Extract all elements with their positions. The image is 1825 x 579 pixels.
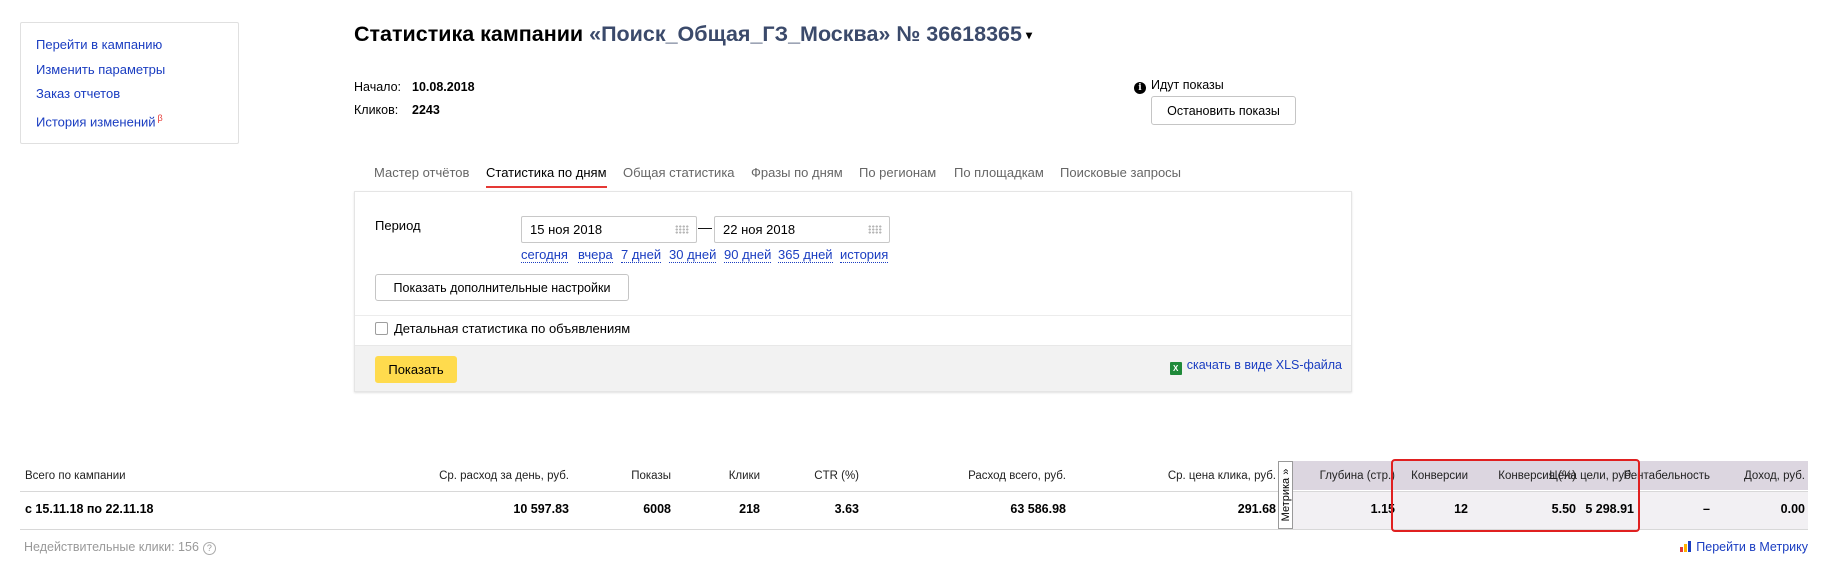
help-icon[interactable]: ? (202, 542, 216, 555)
clicks-label: Кликов: (354, 103, 399, 117)
start-value: 10.08.2018 (412, 80, 475, 94)
quick-range-yesterday[interactable]: вчера (578, 247, 613, 263)
download-xls-link[interactable]: Xскачать в виде XLS-файла (1169, 358, 1342, 375)
chevron-down-icon[interactable]: ▾ (1026, 28, 1032, 42)
sidebar-item-go-to-campaign[interactable]: Перейти в кампанию (36, 36, 223, 53)
page-title: Статистика кампании «Поиск_Общая_ГЗ_Моск… (354, 22, 1032, 47)
info-icon: i (1134, 82, 1146, 94)
metrika-bars-icon (1680, 541, 1692, 552)
tab-by-regions[interactable]: По регионам (859, 165, 936, 180)
col-header-avg-cpc: Ср. цена клика, руб. (1167, 470, 1276, 482)
col-header-revenue: Доход, руб. (1744, 470, 1805, 482)
cell-clicks: 218 (739, 502, 760, 516)
campaign-name: «Поиск_Общая_ГЗ_Москва» № 36618365 (589, 22, 1022, 46)
conversion-highlight-box (1391, 459, 1640, 532)
go-to-metrika-link[interactable]: Перейти в Метрику (1680, 540, 1808, 554)
status-text: Идут показы (1151, 78, 1224, 92)
tab-by-sites[interactable]: По площадкам (954, 165, 1044, 180)
tab-report-wizard[interactable]: Мастер отчётов (374, 165, 469, 180)
sidebar-item-edit-params[interactable]: Изменить параметры (36, 61, 223, 78)
clicks-row: Кликов: 2243 (354, 103, 440, 117)
date-from-input[interactable]: 15 ноя 2018 (521, 216, 697, 243)
calendar-icon[interactable] (675, 225, 689, 234)
col-header-clicks: Клики (728, 470, 760, 482)
excel-icon: X (1169, 362, 1182, 375)
col-header-total-spend: Расход всего, руб. (968, 470, 1066, 482)
tab-daily-stats[interactable]: Статистика по дням (486, 165, 607, 188)
show-button[interactable]: Показать (375, 356, 457, 383)
divider (355, 315, 1351, 316)
calendar-icon[interactable] (868, 225, 882, 234)
sidebar-item-order-reports[interactable]: Заказ отчетов (36, 85, 223, 102)
start-date-row: Начало: 10.08.2018 (354, 80, 475, 94)
cell-ctr: 3.63 (834, 502, 859, 516)
quick-range-90-days[interactable]: 90 дней (724, 247, 772, 263)
metrika-toggle-tab[interactable]: Метрика » (1278, 461, 1293, 529)
col-header-depth: Глубина (стр.) (1319, 470, 1395, 482)
quick-range-history[interactable]: история (840, 247, 889, 263)
quick-range-today[interactable]: сегодня (521, 247, 568, 263)
cell-revenue: 0.00 (1780, 502, 1805, 516)
quick-range-30-days[interactable]: 30 дней (669, 247, 717, 263)
date-range-dash: — (698, 219, 712, 235)
date-from-value: 15 ноя 2018 (530, 222, 603, 237)
title-prefix: Статистика кампании (354, 22, 590, 46)
start-label: Начало: (354, 80, 402, 94)
date-to-input[interactable]: 22 ноя 2018 (714, 216, 890, 243)
cell-period: с 15.11.18 по 22.11.18 (25, 502, 154, 516)
tab-phrases-by-day[interactable]: Фразы по дням (751, 165, 843, 180)
sidebar-item-change-history[interactable]: История изменений β (36, 110, 223, 130)
detailed-stats-checkbox[interactable] (375, 322, 388, 335)
beta-badge: β (157, 113, 163, 124)
col-header-avg-daily: Ср. расход за день, руб. (439, 470, 569, 482)
filter-panel: Период 15 ноя 2018 — 22 ноя 2018 сегодня… (354, 191, 1352, 392)
period-label: Период (375, 218, 421, 233)
cell-impressions: 6008 (643, 502, 671, 516)
col-header-impressions: Показы (631, 470, 671, 482)
stats-table: Всего по кампании Ср. расход за день, ру… (20, 459, 1808, 532)
cell-total-spend: 63 586.98 (1010, 502, 1066, 516)
metrika-tab-label: Метрика » (1279, 468, 1292, 522)
col-header-campaign: Всего по кампании (25, 470, 126, 482)
quick-range-365-days[interactable]: 365 дней (778, 247, 833, 263)
col-header-ctr: CTR (%) (814, 470, 859, 482)
invalid-clicks-note: Недействительные клики: 156? (24, 540, 216, 555)
cell-avg-cpc: 291.68 (1237, 502, 1276, 516)
tab-search-queries[interactable]: Поисковые запросы (1060, 165, 1181, 180)
sidebar-item-label: История изменений (36, 114, 156, 130)
date-to-value: 22 ноя 2018 (723, 222, 796, 237)
cell-profitability: – (1703, 502, 1710, 516)
sidebar: Перейти в кампанию Изменить параметры За… (20, 22, 239, 144)
detailed-stats-label[interactable]: Детальная статистика по объявлениям (394, 321, 630, 336)
download-xls-label: скачать в виде XLS-файла (1186, 358, 1342, 372)
invalid-clicks-text: Недействительные клики: 156 (24, 540, 199, 554)
campaign-status: i Идут показы (1134, 78, 1224, 94)
clicks-value: 2243 (412, 103, 440, 117)
quick-range-7-days[interactable]: 7 дней (621, 247, 662, 263)
cell-avg-daily: 10 597.83 (513, 502, 569, 516)
go-to-metrika-label: Перейти в Метрику (1696, 540, 1808, 554)
extra-settings-button[interactable]: Показать дополнительные настройки (375, 274, 629, 301)
tab-general-stats[interactable]: Общая статистика (623, 165, 735, 180)
stop-impressions-button[interactable]: Остановить показы (1151, 96, 1296, 125)
